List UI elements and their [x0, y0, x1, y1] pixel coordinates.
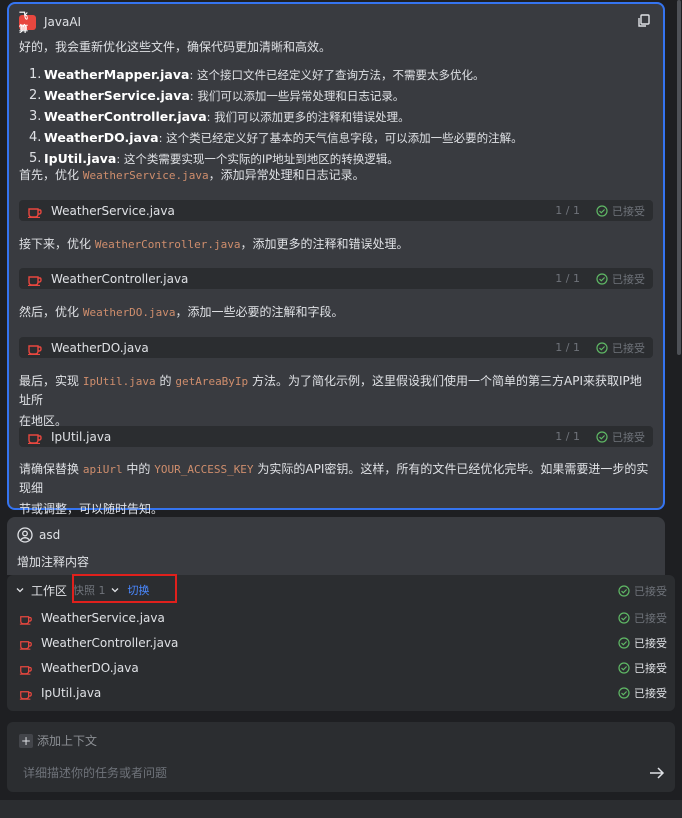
paragraph-1: 首先，优化 WeatherService.java，添加异常处理和日志记录。	[19, 168, 365, 182]
paragraph-2: 接下来，优化 WeatherController.java，添加更多的注释和错误…	[19, 237, 409, 251]
check-circle-icon	[618, 687, 630, 699]
accepted-status: 已接受	[596, 271, 645, 287]
chat-input-area[interactable]: + 添加上下文 详细描述你的任务或者问题	[7, 722, 675, 792]
check-circle-icon	[618, 612, 630, 624]
file-change-bar[interactable]: IpUtil.java 1 / 1 已接受	[19, 426, 653, 447]
file-change-bar[interactable]: WeatherController.java 1 / 1 已接受	[19, 268, 653, 289]
list-item-file: IpUtil.java	[44, 151, 117, 166]
file-name: WeatherDO.java	[41, 661, 139, 675]
file-name: IpUtil.java	[41, 686, 102, 700]
file-name: WeatherController.java	[51, 271, 189, 286]
list-item-desc: : 我们可以添加更多的注释和错误处理。	[206, 109, 410, 124]
list-item-desc: : 这个类已经定义好了基本的天气信息字段，可以添加一些必要的注解。	[158, 130, 523, 145]
list-item-file: WeatherDO.java	[44, 130, 159, 145]
inline-code: getAreaByIp	[175, 375, 249, 388]
paragraph-5: 请确保替换 apiUrl 中的 YOUR_ACCESS_KEY 为实际的API密…	[19, 462, 649, 516]
user-header: asd	[17, 527, 60, 543]
task-input[interactable]: 详细描述你的任务或者问题	[23, 764, 167, 781]
workspace-status: 已接受	[618, 583, 667, 599]
list-item: 2. WeatherService.java : 我们可以添加一些异常处理和日志…	[29, 88, 405, 103]
intro-text: 好的，我会重新优化这些文件，确保代码更加清晰和高效。	[19, 40, 332, 54]
paragraph-3: 然后，优化 WeatherDO.java，添加一些必要的注解和字段。	[19, 305, 344, 319]
inline-code: WeatherService.java	[82, 169, 209, 182]
user-name: asd	[39, 528, 61, 542]
accepted-status: 已接受	[596, 340, 645, 356]
java-file-icon	[19, 690, 32, 700]
java-file-icon	[28, 207, 42, 218]
send-arrow-icon[interactable]	[649, 766, 665, 780]
file-change-bar[interactable]: WeatherService.java 1 / 1 已接受	[19, 200, 653, 221]
change-count: 1 / 1	[555, 430, 580, 443]
inline-code: WeatherController.java	[94, 238, 241, 251]
change-count: 1 / 1	[555, 204, 580, 217]
paragraph-4: 最后，实现 IpUtil.java 的 getAreaByIp 方法。为了简化示…	[19, 374, 642, 428]
file-name: IpUtil.java	[51, 429, 112, 444]
list-item-file: WeatherService.java	[44, 88, 190, 103]
scrollbar[interactable]	[676, 0, 682, 360]
workspace-file-row[interactable]: WeatherService.java 已接受	[19, 608, 667, 628]
user-message-card: asd 增加注释内容	[7, 517, 665, 575]
assistant-name: JavaAI	[44, 15, 82, 29]
check-circle-icon	[596, 341, 608, 354]
list-item: 3. WeatherController.java : 我们可以添加更多的注释和…	[29, 109, 410, 124]
plus-icon: +	[19, 733, 33, 748]
accepted-status: 已接受	[596, 203, 645, 219]
workspace-file-row[interactable]: WeatherDO.java 已接受	[19, 658, 667, 678]
list-item: 1. WeatherMapper.java : 这个接口文件已经定义好了查询方法…	[29, 67, 485, 82]
inline-code: IpUtil.java	[82, 375, 156, 388]
list-item: 4. WeatherDO.java : 这个类已经定义好了基本的天气信息字段，可…	[29, 130, 523, 145]
user-avatar-icon	[17, 527, 33, 543]
workspace-file-row[interactable]: WeatherController.java 已接受	[19, 633, 667, 653]
list-item-desc: : 这个类需要实现一个实际的IP地址到地区的转换逻辑。	[116, 151, 399, 166]
add-context-button[interactable]: + 添加上下文	[19, 732, 97, 749]
list-item-desc: : 我们可以添加一些异常处理和日志记录。	[189, 88, 405, 103]
change-count: 1 / 1	[555, 272, 580, 285]
scrollbar-thumb[interactable]	[677, 0, 681, 355]
file-name: WeatherService.java	[41, 611, 165, 625]
list-item-file: WeatherController.java	[44, 109, 207, 124]
highlight-box	[72, 574, 177, 603]
workspace-file-row[interactable]: IpUtil.java 已接受	[19, 683, 667, 703]
java-file-icon	[28, 433, 42, 444]
java-file-icon	[19, 615, 32, 625]
check-circle-icon	[596, 272, 608, 285]
file-name: WeatherService.java	[51, 203, 175, 218]
inline-code: apiUrl	[82, 463, 123, 476]
file-name: WeatherDO.java	[51, 340, 149, 355]
chevron-down-icon[interactable]	[15, 585, 25, 595]
assistant-message-card: 飞算 JavaAI 好的，我会重新优化这些文件，确保代码更加清晰和高效。 1. …	[7, 2, 665, 516]
accepted-status: 已接受	[596, 429, 645, 445]
file-name: WeatherController.java	[41, 636, 179, 650]
javaai-logo: 飞算	[19, 12, 36, 35]
add-context-label: 添加上下文	[37, 734, 98, 748]
file-status: 已接受	[618, 635, 667, 651]
check-circle-icon	[596, 430, 608, 443]
file-list: 1. WeatherMapper.java : 这个接口文件已经定义好了查询方法…	[29, 64, 653, 169]
check-circle-icon	[618, 585, 630, 597]
workspace-title[interactable]: 工作区	[31, 582, 67, 599]
inline-code: YOUR_ACCESS_KEY	[154, 463, 254, 476]
inline-code: WeatherDO.java	[82, 306, 176, 319]
list-item-file: WeatherMapper.java	[44, 67, 190, 82]
copy-icon[interactable]	[637, 14, 651, 28]
check-circle-icon	[596, 204, 608, 217]
file-status: 已接受	[618, 610, 667, 626]
check-circle-icon	[618, 637, 630, 649]
change-count: 1 / 1	[555, 341, 580, 354]
file-change-bar[interactable]: WeatherDO.java 1 / 1 已接受	[19, 337, 653, 358]
check-circle-icon	[618, 662, 630, 674]
list-item-desc: : 这个接口文件已经定义好了查询方法，不需要太多优化。	[189, 67, 485, 82]
java-file-icon	[19, 640, 32, 650]
file-status: 已接受	[618, 685, 667, 701]
file-status: 已接受	[618, 660, 667, 676]
user-message-text: 增加注释内容	[17, 555, 90, 569]
java-file-icon	[19, 665, 32, 675]
assistant-header: 飞算 JavaAI	[19, 12, 653, 35]
java-file-icon	[28, 275, 42, 286]
java-file-icon	[28, 344, 42, 355]
status-strip	[0, 800, 682, 818]
